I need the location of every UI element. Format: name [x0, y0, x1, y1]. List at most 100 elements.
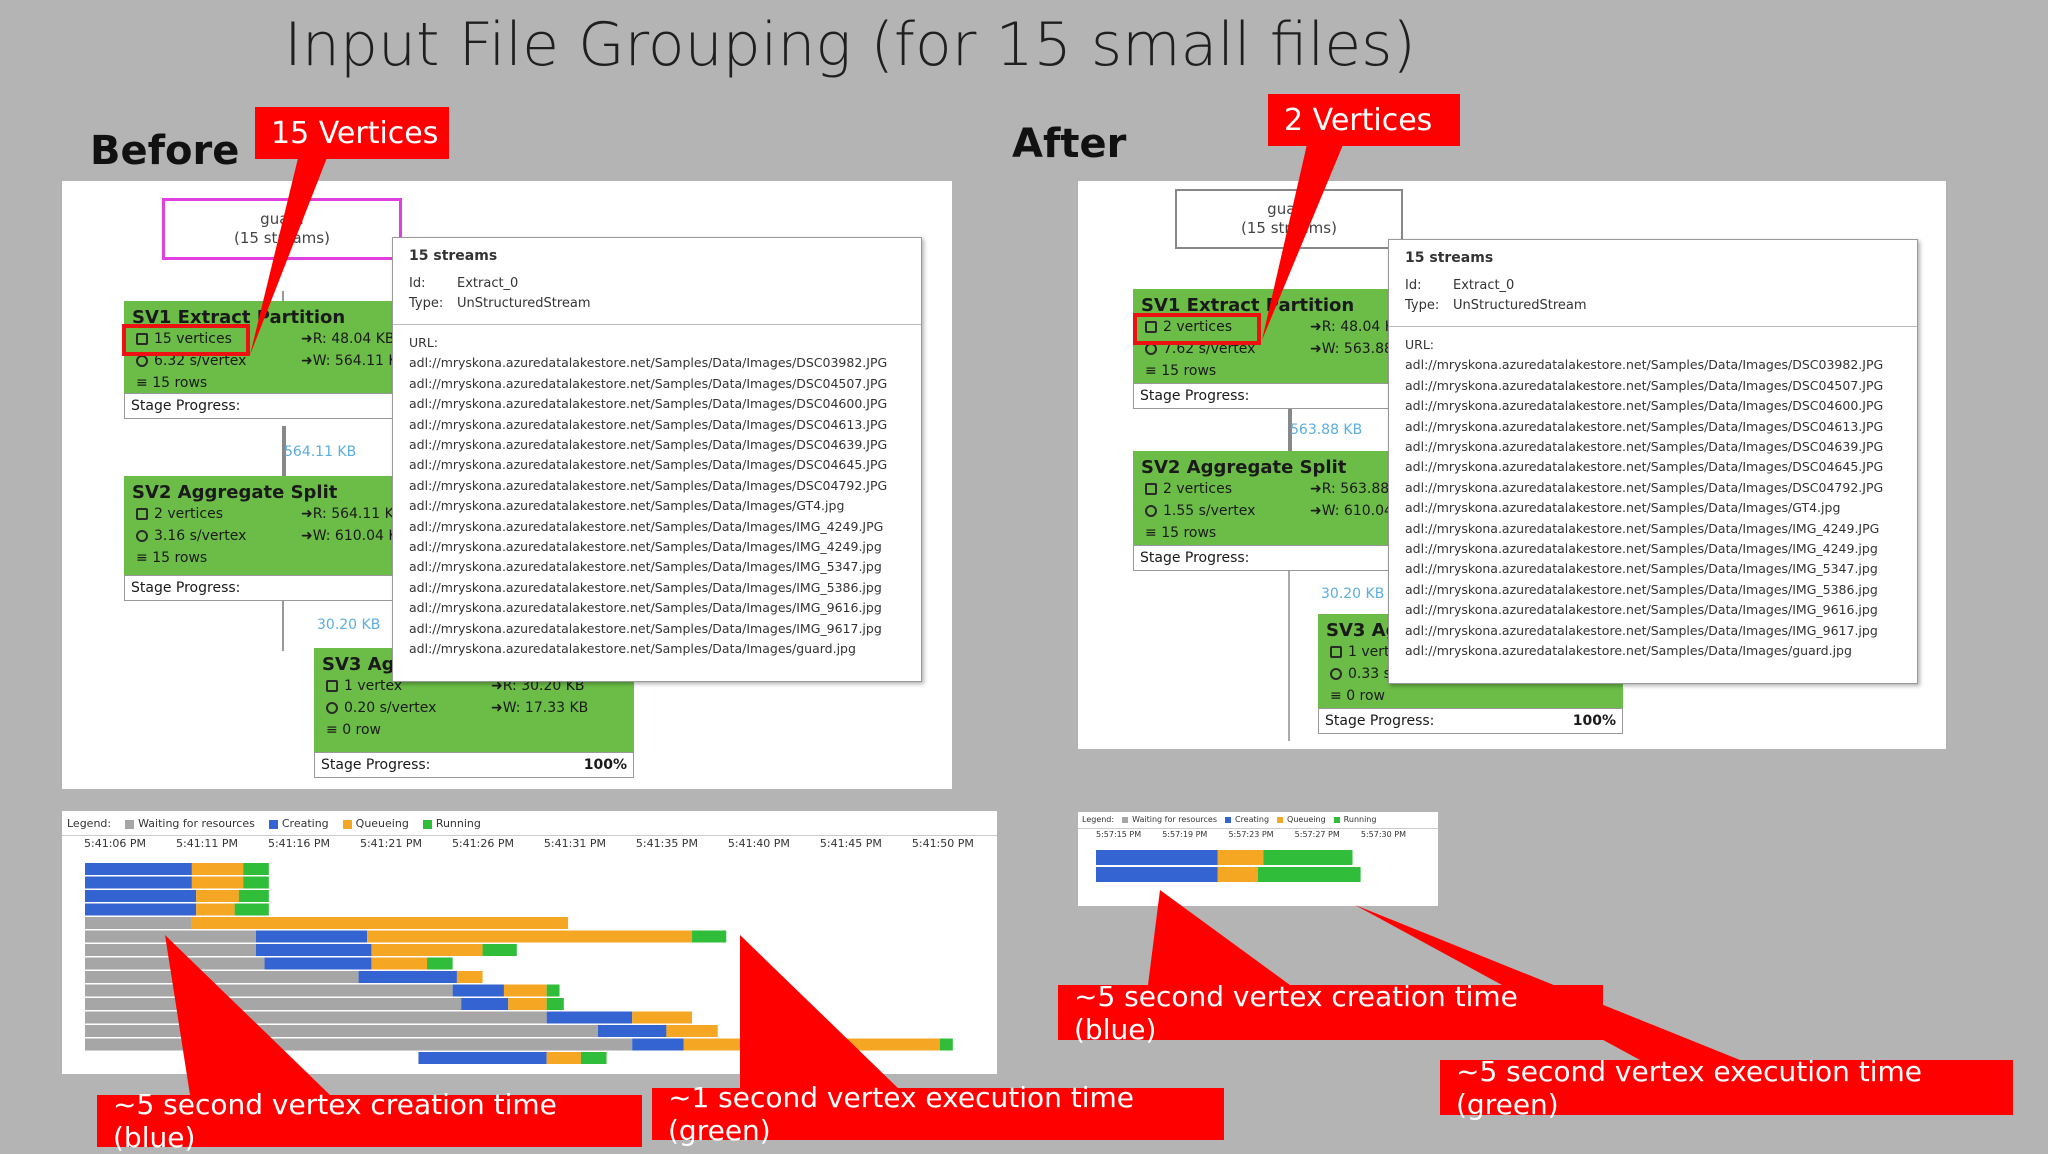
before-gantt-chart: [85, 863, 953, 1064]
gantt-bar-running: [234, 903, 269, 916]
gantt-bar-creating: [461, 998, 509, 1010]
gantt-bar-running: [546, 998, 564, 1010]
vertices-icon: [136, 508, 148, 520]
gantt-bar-creating: [256, 930, 368, 943]
tooltip-header: 15 streams: [409, 248, 498, 264]
clock-icon: [326, 702, 338, 714]
sv3-rows: 0 row: [1346, 688, 1386, 704]
tooltip-url-item: adl://mryskona.azuredatalakestore.net/Sa…: [1405, 377, 1884, 393]
before-execution-note: ~1 second vertex execution time (green): [652, 1081, 1224, 1147]
tooltip-url-item: adl://mryskona.azuredatalakestore.net/Sa…: [1405, 459, 1884, 475]
gantt-bar-running: [940, 1038, 953, 1051]
before-label: Before: [90, 128, 240, 174]
sv2-time: 1.55 s/vertex: [1163, 503, 1256, 519]
clock-icon: [136, 530, 148, 542]
gantt-bar-waiting: [85, 957, 265, 970]
gantt-bar-creating: [256, 944, 372, 956]
gantt-bar-creating: [546, 1011, 633, 1024]
tooltip-url-item: adl://mryskona.azuredatalakestore.net/Sa…: [1405, 622, 1878, 638]
tooltip-url-item: adl://mryskona.azuredatalakestore.net/Sa…: [1405, 439, 1884, 455]
gantt-bar-creating: [358, 971, 457, 983]
gantt-bar-running: [427, 957, 453, 970]
gantt-bar-creating: [452, 984, 504, 997]
tooltip-url-list: adl://mryskona.azuredatalakestore.net/Sa…: [393, 353, 921, 659]
gantt-bar-queueing: [371, 944, 483, 956]
clock-icon: [136, 355, 148, 367]
before-vertices-callout: 15 Vertices: [255, 107, 449, 159]
gantt-bar-waiting: [85, 984, 453, 997]
guard-name: guard: [260, 210, 304, 228]
guard-streams: (15 streams): [1241, 219, 1337, 237]
gantt-bar-waiting: [85, 1011, 547, 1024]
gantt-bar-creating: [1096, 867, 1218, 882]
tooltip-url-item: adl://mryskona.azuredatalakestore.net/Sa…: [409, 641, 856, 657]
vertices-icon: [1330, 646, 1342, 658]
after-timeline: Legend: Waiting for resources Creating Q…: [1078, 812, 1438, 906]
clock-icon: [1330, 668, 1342, 680]
gantt-bar-waiting: [85, 1025, 598, 1037]
tooltip-url-item: adl://mryskona.azuredatalakestore.net/Sa…: [409, 620, 882, 636]
gantt-bar-queueing: [683, 1038, 949, 1051]
gantt-bar-queueing: [508, 998, 547, 1010]
tooltip-url-label: URL:: [1405, 337, 1435, 352]
guard-node[interactable]: guard (15 streams): [162, 198, 402, 260]
tooltip-header: 15 streams: [1405, 250, 1494, 266]
gantt-bar-queueing: [191, 917, 569, 929]
sv2-vertices: 2 vertices: [154, 506, 223, 522]
gantt-bar-creating: [632, 1038, 684, 1051]
streams-tooltip: 15 streams Id: Extract_0 Type: UnStructure…: [392, 237, 922, 682]
gantt-bar-queueing: [1217, 867, 1258, 882]
gantt-bar-creating: [264, 957, 372, 970]
vertices-icon: [326, 680, 338, 692]
guard-name: guard: [1267, 200, 1311, 218]
gantt-bar-running: [546, 984, 560, 997]
tooltip-id: Extract_0: [457, 276, 519, 291]
tooltip-url-item: adl://mryskona.azuredatalakestore.net/Sa…: [409, 375, 888, 391]
edge-size-label: 563.88 KB: [1290, 422, 1363, 438]
gantt-bar-queueing: [1217, 850, 1264, 865]
sv3-progress: Stage Progress: 100%: [314, 752, 634, 778]
tooltip-url-item: adl://mryskona.azuredatalakestore.net/Sa…: [409, 579, 882, 595]
tooltip-url-item: adl://mryskona.azuredatalakestore.net/Sa…: [1405, 500, 1841, 516]
tooltip-url-item: adl://mryskona.azuredatalakestore.net/Sa…: [1405, 643, 1852, 659]
gantt-bar-running: [482, 944, 517, 956]
gantt-bar-queueing: [456, 971, 483, 983]
tooltip-url-item: adl://mryskona.azuredatalakestore.net/Sa…: [409, 457, 888, 473]
tooltip-url-item: adl://mryskona.azuredatalakestore.net/Sa…: [1405, 398, 1884, 414]
tooltip-id: Extract_0: [1453, 278, 1515, 293]
gantt-bar-waiting: [85, 917, 192, 929]
guard-node[interactable]: guard (15 streams): [1175, 189, 1403, 249]
gantt-bar-running: [580, 1052, 607, 1064]
gantt-bar-queueing: [367, 930, 693, 943]
sv3-progress: Stage Progress: 100%: [1318, 708, 1623, 734]
after-job-graph: guard (15 streams) SV1 Extract Partition…: [1078, 181, 1946, 749]
streams-tooltip: 15 streams Id: Extract_0 Type: UnStructure…: [1388, 239, 1918, 684]
clock-icon: [1145, 505, 1157, 517]
gantt-bar-waiting: [85, 930, 256, 943]
sv1-read: R: 48.04 KB: [312, 331, 395, 347]
gantt-bar-waiting: [85, 944, 256, 956]
tooltip-url-item: adl://mryskona.azuredatalakestore.net/Sa…: [1405, 581, 1878, 597]
connector: [282, 601, 284, 651]
sv3-write: W: 17.33 KB: [502, 700, 589, 716]
sv1-rows: 15 rows: [1161, 363, 1217, 379]
after-creation-note: ~5 second vertex creation time (blue): [1058, 980, 1603, 1046]
gantt-bar-queueing: [191, 863, 244, 875]
gantt-bar-creating: [598, 1025, 667, 1037]
sv2-rows: 15 rows: [152, 550, 208, 566]
gantt-bar-queueing: [196, 903, 235, 916]
gantt-bar-queueing: [503, 984, 547, 997]
gantt-bar-running: [1263, 850, 1353, 865]
gantt-bar-creating: [85, 876, 192, 889]
vertices-icon: [1145, 483, 1157, 495]
tooltip-url-item: adl://mryskona.azuredatalakestore.net/Sa…: [1405, 541, 1878, 557]
after-execution-note: ~5 second vertex execution time (green): [1440, 1055, 2013, 1121]
tooltip-url-item: adl://mryskona.azuredatalakestore.net/Sa…: [409, 559, 882, 575]
before-timeline: Legend: Waiting for resources Creating Q…: [62, 811, 997, 1074]
gantt-bar-running: [1258, 867, 1361, 882]
tooltip-url-item: adl://mryskona.azuredatalakestore.net/Sa…: [1405, 357, 1884, 373]
gantt-bar-running: [243, 863, 269, 875]
tooltip-url-item: adl://mryskona.azuredatalakestore.net/Sa…: [1405, 520, 1880, 536]
sv3-rows: 0 row: [342, 722, 382, 738]
gantt-bar-queueing: [546, 1052, 581, 1064]
